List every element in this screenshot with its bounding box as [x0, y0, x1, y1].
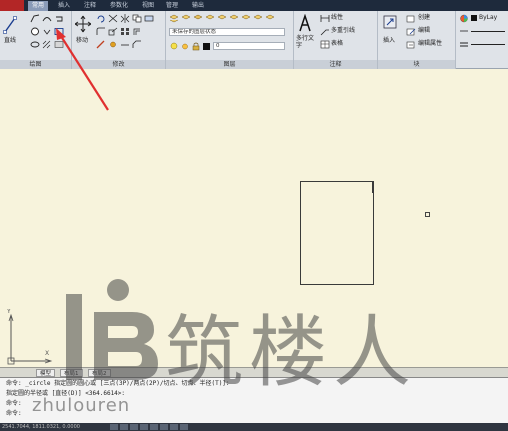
annotation-arrow-icon [56, 28, 109, 111]
multiline-text-label: 多行文字 [296, 35, 315, 49]
tab-model[interactable]: 模型 [36, 369, 56, 377]
layer-color-swatch [203, 43, 210, 50]
multileader-label[interactable]: 多重引线 [331, 27, 355, 35]
layer-previous-icon[interactable] [205, 14, 215, 23]
ellipse-icon[interactable] [30, 40, 40, 49]
snap-toggle[interactable] [110, 424, 118, 430]
edit-attribute-icon[interactable] [406, 40, 416, 49]
ribbon-tab-5[interactable]: 视图 [138, 1, 158, 11]
stretch-icon[interactable] [144, 14, 154, 23]
ribbon-tab-3[interactable]: 注释 [80, 1, 100, 11]
ribbon-tab-4[interactable]: 参数化 [106, 1, 132, 11]
lock-icon[interactable] [191, 42, 201, 51]
sun-icon[interactable] [180, 42, 190, 51]
layers-panel: 未保存的图层状态 0 图层 [166, 11, 294, 69]
command-input[interactable]: 命令: [6, 410, 22, 418]
insert-block-label: 插入 [383, 37, 396, 44]
layer-off-icon[interactable] [241, 14, 251, 23]
layer-freeze-icon[interactable] [229, 14, 239, 23]
command-history-line-2: 指定圆的半径或 [直径(D)] <364.6614>: [6, 390, 126, 397]
line-tool-label: 直线 [4, 37, 17, 44]
array-icon[interactable] [120, 27, 130, 36]
light-bulb-icon[interactable] [169, 42, 179, 51]
properties-panel: ByLay [456, 11, 508, 69]
join-icon[interactable] [120, 40, 130, 49]
block-panel: 插入 创建 编辑 编辑属性 块 [378, 11, 456, 69]
polyline-icon[interactable] [30, 14, 40, 23]
layer-combo[interactable]: 0 [213, 42, 285, 50]
edit-block-icon[interactable] [406, 27, 416, 36]
layer-state-combo[interactable]: 未保存的图层状态 [169, 28, 285, 36]
ucs-icon: Y X [6, 309, 53, 365]
annotation-panel: 多行文字 线性 多重引线 表格 注释 [294, 11, 378, 69]
layers-panel-title[interactable]: 图层 [166, 60, 293, 69]
application-menu-button[interactable] [0, 0, 24, 11]
ribbon-tab-6[interactable]: 管理 [162, 1, 182, 11]
layer-isolate-icon[interactable] [217, 14, 227, 23]
linetype-preview[interactable] [471, 31, 505, 32]
linetype-icon[interactable] [459, 27, 469, 36]
dyn-toggle[interactable] [170, 424, 178, 430]
trim-icon[interactable] [108, 14, 118, 23]
insert-block-icon[interactable] [382, 14, 398, 32]
multileader-icon[interactable] [320, 27, 330, 36]
grid-toggle[interactable] [120, 424, 128, 430]
status-bar: 2541.7044, 1811.0321, 0.0000 [0, 423, 508, 431]
table-icon[interactable] [320, 40, 330, 49]
lineweight-icon[interactable] [459, 40, 469, 49]
line-tool-icon[interactable] [3, 14, 17, 36]
offset-icon[interactable] [132, 27, 142, 36]
edit-block-label[interactable]: 编辑 [418, 27, 430, 35]
ortho-toggle[interactable] [130, 424, 138, 430]
command-history-line-1: 命令: _circle 指定圆的圆心或 [三点(3P)/两点(2P)/切点、切点… [6, 380, 230, 387]
block-panel-title[interactable]: 块 [378, 60, 455, 69]
undo-arc-icon[interactable] [54, 14, 64, 23]
color-swatch [471, 15, 477, 21]
layer-lock-icon[interactable] [253, 14, 263, 23]
layer-properties-icon[interactable] [169, 14, 179, 23]
dropdown-arrow-icon[interactable] [42, 27, 52, 36]
mirror-icon[interactable] [120, 14, 130, 23]
chamfer-icon[interactable] [132, 40, 142, 49]
ribbon-tab-2[interactable]: 插入 [54, 1, 74, 11]
tab-layout2[interactable]: 布局2 [88, 369, 111, 377]
layer-unlock-icon[interactable] [265, 14, 275, 23]
lineweight-toggle[interactable] [180, 424, 188, 430]
command-window[interactable]: 命令: _circle 指定圆的圆心或 [三点(3P)/两点(2P)/切点、切点… [0, 377, 508, 423]
lineweight-preview[interactable] [471, 44, 505, 45]
color-wheel-icon[interactable] [459, 14, 469, 23]
layout-tab-bar: 模型 布局1 布局2 [0, 367, 508, 377]
edit-attribute-label[interactable]: 编辑属性 [418, 40, 442, 48]
ribbon-tab-bar: 常用 插入 注释 参数化 视图 管理 输出 [0, 0, 508, 11]
create-block-label[interactable]: 创建 [418, 14, 430, 22]
bylayer-label[interactable]: ByLay [479, 14, 497, 22]
svg-text:X: X [45, 350, 49, 357]
circle-icon[interactable] [30, 27, 40, 36]
table-label[interactable]: 表格 [331, 40, 343, 48]
multiline-text-icon[interactable] [298, 14, 312, 32]
copy-icon[interactable] [132, 14, 142, 23]
cursor-pickbox [425, 212, 430, 217]
annotation-panel-title[interactable]: 注释 [294, 60, 377, 69]
arc-icon[interactable] [42, 14, 52, 23]
osnap-toggle[interactable] [150, 424, 158, 430]
layer-state-icon[interactable] [181, 14, 191, 23]
hatch-icon[interactable] [42, 40, 52, 49]
rotate-icon[interactable] [96, 14, 106, 23]
svg-text:Y: Y [6, 309, 11, 315]
coordinate-readout: 2541.7044, 1811.0321, 0.0000 [2, 424, 80, 430]
rectangle-object[interactable] [300, 181, 374, 285]
linear-dimension-icon[interactable] [320, 14, 330, 23]
command-history-line-3: 命令: [6, 400, 22, 407]
rectangle-edge-mark [372, 181, 374, 193]
layer-match-icon[interactable] [193, 14, 203, 23]
polar-toggle[interactable] [140, 424, 148, 430]
otrack-toggle[interactable] [160, 424, 168, 430]
create-block-icon[interactable] [406, 14, 416, 23]
tab-layout1[interactable]: 布局1 [60, 369, 83, 377]
ribbon-tab-1[interactable]: 常用 [28, 1, 49, 11]
linear-dimension-label[interactable]: 线性 [331, 14, 343, 22]
ribbon-tab-7[interactable]: 输出 [188, 1, 208, 11]
